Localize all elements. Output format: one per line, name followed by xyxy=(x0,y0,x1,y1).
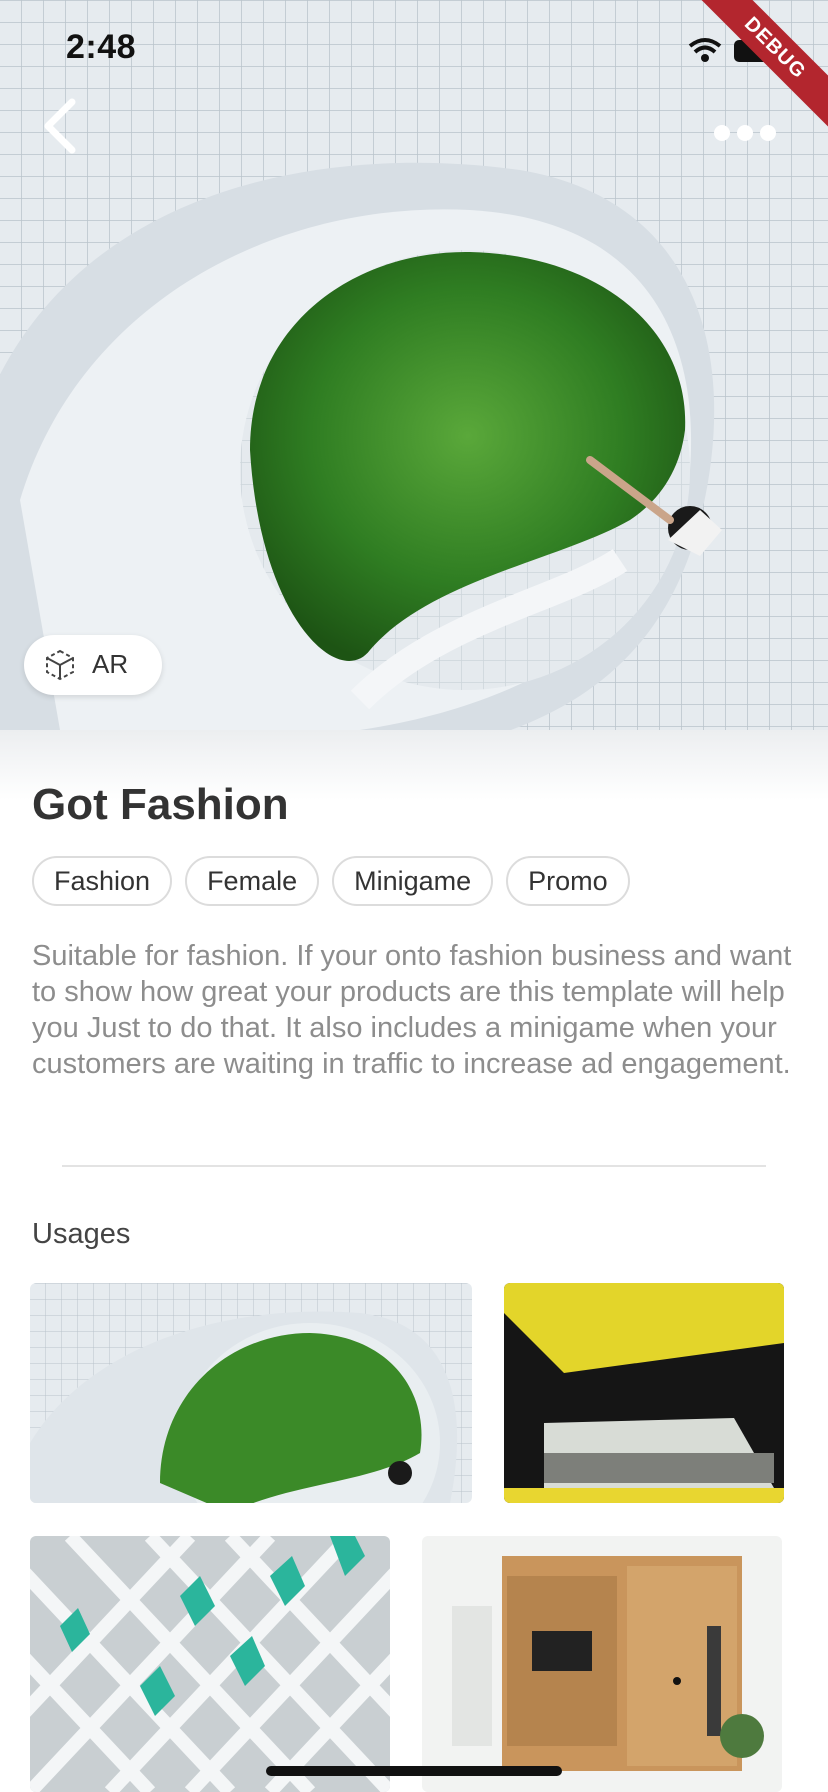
page-title: Got Fashion xyxy=(32,780,289,829)
usages-heading: Usages xyxy=(32,1218,131,1250)
usage-thumbnail[interactable] xyxy=(422,1536,782,1792)
tag-list: Fashion Female Minigame Promo xyxy=(32,856,630,906)
home-indicator xyxy=(266,1766,562,1776)
ar-button-label: AR xyxy=(92,649,129,679)
divider xyxy=(62,1165,766,1167)
wifi-icon xyxy=(688,38,722,62)
status-bar: 2:48 DEBUG xyxy=(0,0,828,128)
tag-chip[interactable]: Promo xyxy=(506,856,630,906)
usage-image-staircase xyxy=(30,1283,472,1503)
more-horizontal-icon[interactable] xyxy=(712,118,778,148)
usage-image-interior xyxy=(422,1536,782,1792)
usage-image-lattice xyxy=(30,1536,390,1792)
usage-thumbnail[interactable] xyxy=(504,1283,784,1503)
status-time: 2:48 xyxy=(66,28,137,66)
tag-chip[interactable]: Fashion xyxy=(32,856,173,906)
hero-photo xyxy=(0,0,828,730)
usage-image-architecture xyxy=(504,1283,784,1503)
usage-thumbnail[interactable] xyxy=(30,1536,390,1792)
hero-image: 2:48 DEBUG AR xyxy=(0,0,828,730)
tag-chip[interactable]: Minigame xyxy=(332,856,494,906)
template-description: Suitable for fashion. If your onto fashi… xyxy=(32,940,792,1080)
cube-icon xyxy=(46,649,74,681)
chevron-left-icon[interactable] xyxy=(38,96,88,156)
usage-thumbnail[interactable] xyxy=(30,1283,472,1503)
tag-chip[interactable]: Female xyxy=(185,856,320,906)
ar-button[interactable]: AR xyxy=(24,635,162,695)
